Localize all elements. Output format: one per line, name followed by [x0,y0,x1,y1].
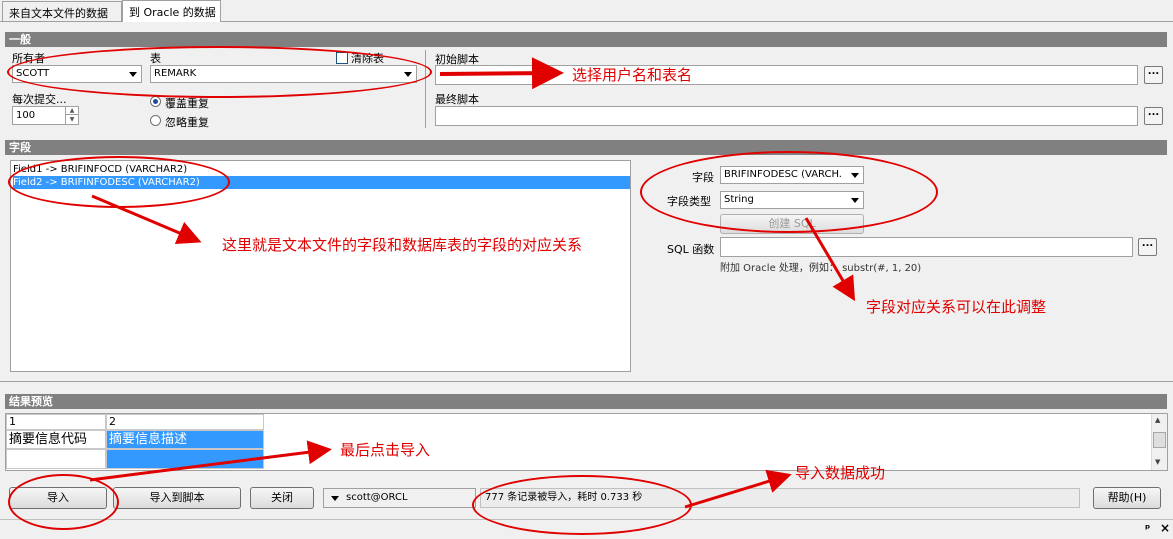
tab-to-oracle[interactable]: 到 Oracle 的数据 [122,0,221,22]
arrow-to-success-note [684,469,792,509]
annotation-select-user-table: 选择用户名和表名 [572,66,693,84]
annotation-mapping-relationship: 这里就是文本文件的字段和数据库表的字段的对应关系 [222,236,583,254]
arrow-to-select-user-table [439,57,564,90]
annotation-click-import: 最后点击导入 [340,441,431,459]
tab-label: 到 Oracle 的数据 [129,6,216,19]
arrow-to-mapping-note [91,194,202,245]
arrow-to-import-note [89,440,332,482]
arrow-to-adjust-note [804,217,856,302]
annotation-import-success: 导入数据成功 [795,464,886,482]
annotation-adjust-mapping: 字段对应关系可以在此调整 [866,298,1047,316]
